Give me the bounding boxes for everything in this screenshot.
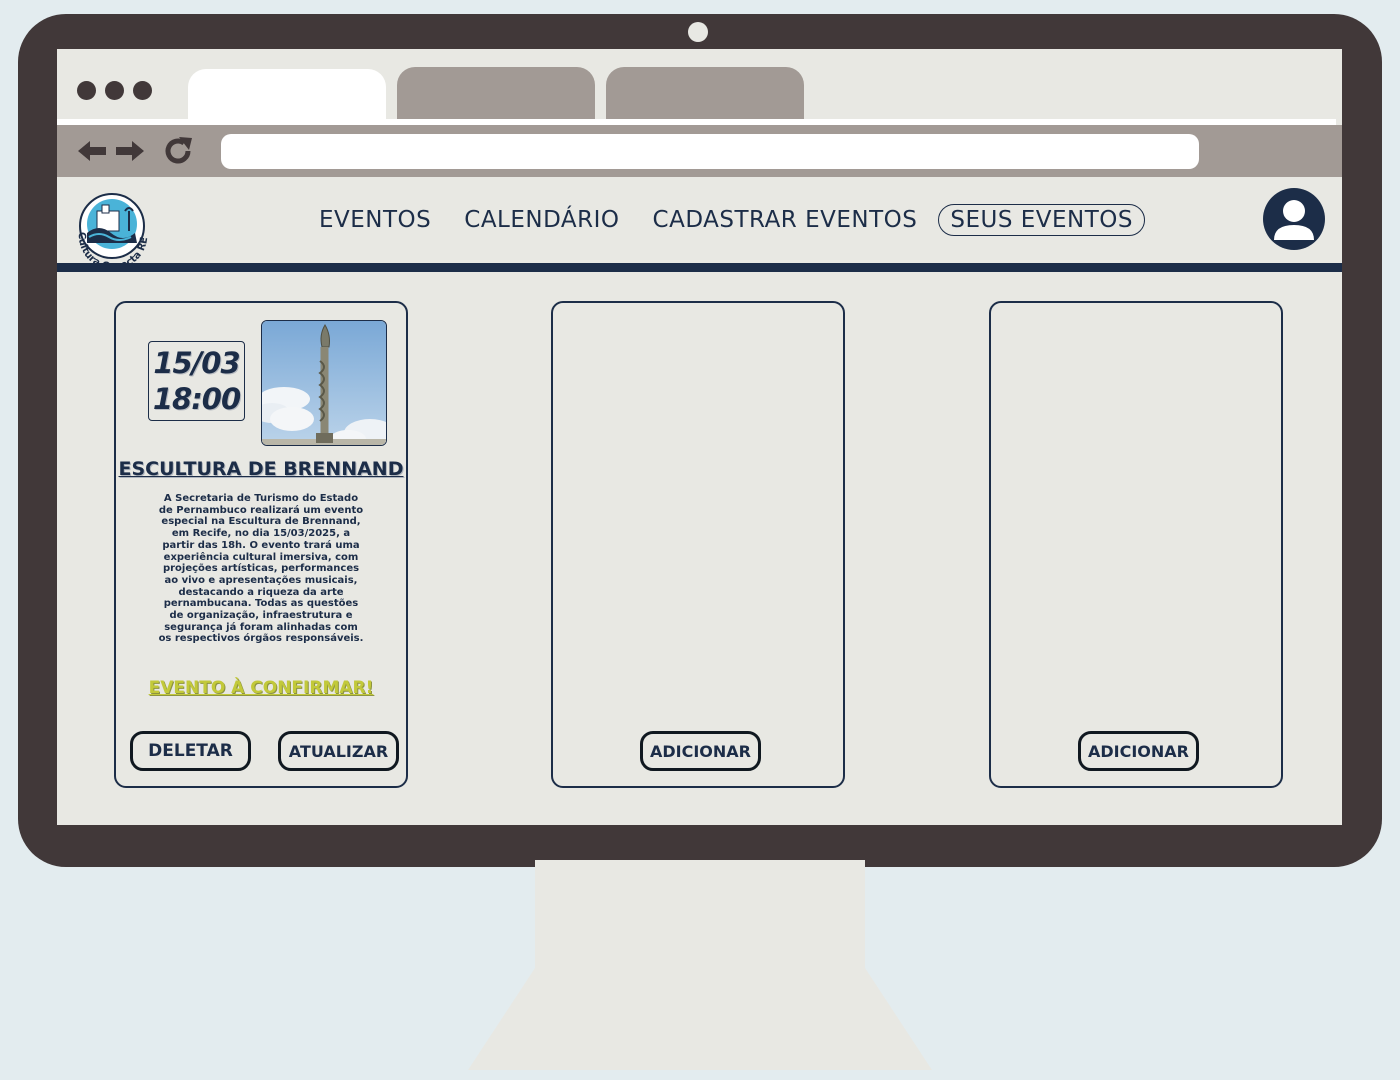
event-photo (261, 320, 387, 446)
update-button[interactable]: ATUALIZAR (278, 731, 399, 771)
back-button[interactable] (75, 133, 109, 169)
forward-button[interactable] (113, 133, 147, 169)
event-title[interactable]: ESCULTURA DE BRENNAND (116, 458, 406, 480)
event-time: 18:00 (152, 382, 241, 416)
address-bar[interactable] (221, 134, 1199, 169)
monitor-stand-base (468, 968, 932, 1070)
window-controls (77, 81, 152, 100)
event-card: 15/03 18:00 ESCULTURA DE BRENNAND A Secr… (114, 301, 408, 788)
event-status: EVENTO À CONFIRMAR! (148, 678, 374, 698)
reload-icon (165, 137, 192, 164)
site-logo[interactable]: Cultura Conecta REC (65, 179, 155, 273)
user-avatar[interactable] (1263, 188, 1325, 250)
site-header: Cultura Conecta REC EVENTOS CALENDÁRIO C… (57, 177, 1342, 273)
main-nav: EVENTOS CALENDÁRIO CADASTRAR EVENTOS SEU… (307, 200, 1154, 240)
screen: Cultura Conecta REC EVENTOS CALENDÁRIO C… (57, 49, 1342, 825)
browser-toolbar (57, 125, 1342, 177)
add-event-button[interactable]: ADICIONAR (1078, 731, 1199, 771)
empty-event-slot: ADICIONAR (551, 301, 845, 788)
event-date-box: 15/03 18:00 (148, 341, 245, 421)
logo-emblem-icon: Cultura Conecta REC (65, 179, 150, 273)
window-dot[interactable] (77, 81, 96, 100)
arrow-left-icon (78, 141, 106, 161)
window-dot[interactable] (133, 81, 152, 100)
sculpture-photo-icon (262, 321, 386, 445)
monitor-camera (688, 22, 708, 42)
nav-calendario[interactable]: CALENDÁRIO (452, 204, 631, 236)
arrow-right-icon (116, 141, 144, 161)
empty-event-slot: ADICIONAR (989, 301, 1283, 788)
reload-button[interactable] (161, 133, 195, 169)
user-icon (1274, 200, 1314, 240)
monitor-stand-neck (535, 860, 865, 970)
header-divider (57, 263, 1342, 272)
event-date: 15/03 (153, 346, 240, 380)
event-description: A Secretaria de Turismo do Estado de Per… (158, 493, 364, 645)
browser-tabbar (57, 49, 1342, 129)
browser-tab[interactable] (606, 67, 804, 121)
nav-eventos[interactable]: EVENTOS (307, 204, 443, 236)
nav-cadastrar-eventos[interactable]: CADASTRAR EVENTOS (641, 204, 930, 236)
delete-button[interactable]: DELETAR (130, 731, 251, 771)
browser-tab[interactable] (397, 67, 595, 121)
window-dot[interactable] (105, 81, 124, 100)
add-event-button[interactable]: ADICIONAR (640, 731, 761, 771)
nav-seus-eventos[interactable]: SEUS EVENTOS (938, 204, 1145, 236)
